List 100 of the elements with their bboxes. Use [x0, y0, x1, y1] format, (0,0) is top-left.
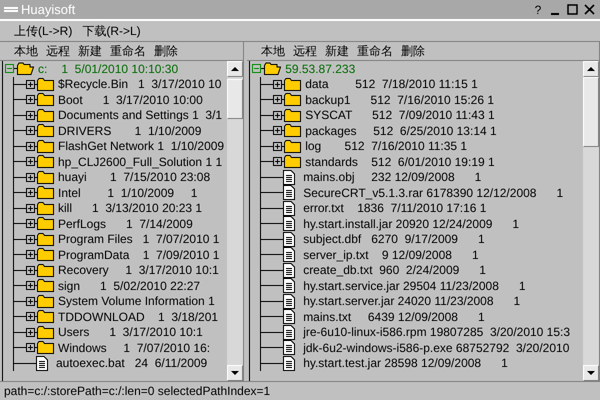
folder-item[interactable]: hp_CLJ2600_Full_Solution 1 1 — [58, 154, 222, 169]
file-item[interactable]: server_ip.txt 9 12/09/2008 1 — [303, 248, 479, 262]
expand-icon[interactable] — [26, 312, 35, 322]
folder-item[interactable]: ProgramData 1 7/09/2010 1 — [58, 248, 220, 262]
expand-icon[interactable] — [26, 343, 35, 352]
expand-icon[interactable] — [26, 234, 35, 244]
folder-item[interactable]: Boot 1 3/17/2010 10:00 — [58, 92, 203, 107]
folder-item[interactable]: Program Files 1 7/07/2010 1 — [58, 232, 220, 246]
scrollbar[interactable] — [583, 61, 599, 381]
scrollbar[interactable] — [227, 61, 244, 381]
open-folder-icon — [17, 62, 34, 76]
folder-item[interactable]: TDDOWNLOAD 1 3/18/201 — [58, 310, 218, 324]
folder-item[interactable]: packages 512 6/25/2010 13:14 1 — [305, 124, 497, 138]
expand-icon[interactable] — [26, 172, 35, 182]
folder-icon — [37, 248, 54, 262]
folder-item[interactable]: $Recycle.Bin 1 3/17/2010 10 — [58, 77, 222, 92]
folder-icon — [37, 78, 54, 91]
expand-icon[interactable] — [26, 250, 35, 260]
folder-item[interactable]: huayi 1 7/15/2010 23:08 — [58, 170, 210, 184]
expand-icon[interactable] — [273, 126, 282, 136]
toolbar-button[interactable]: 新建 — [78, 42, 102, 60]
folder-item[interactable]: Documents and Settings 1 3/1 — [58, 108, 222, 122]
toolbar-button[interactable]: 新建 — [325, 42, 350, 60]
toolbar-button[interactable]: 重命名 — [110, 42, 146, 60]
file-item[interactable]: hy.start.test.jar 28598 12/09/2008 1 — [303, 356, 508, 370]
expand-icon[interactable] — [273, 142, 282, 151]
expand-icon[interactable] — [26, 126, 35, 136]
expand-icon[interactable] — [26, 266, 35, 275]
down-arrow-icon — [231, 371, 240, 375]
toolbar-button[interactable]: 本地 — [261, 42, 286, 60]
folder-item[interactable]: backup1 512 7/16/2010 15:26 1 — [305, 92, 494, 107]
file-item[interactable]: hy.start.install.jar 20920 12/24/2009 1 — [303, 216, 520, 231]
folder-item[interactable]: PerfLogs 1 7/14/2009 — [58, 216, 193, 231]
root-details: 1 5/01/2010 10:10:30 — [61, 62, 178, 76]
folder-icon — [37, 124, 54, 138]
toolbar-button[interactable]: 删除 — [401, 42, 426, 60]
expand-icon[interactable] — [26, 142, 35, 151]
folder-item[interactable]: Windows 1 7/07/2010 16: — [58, 340, 210, 355]
expand-icon[interactable] — [26, 204, 35, 213]
menu-item[interactable]: 上传(L->R) — [14, 22, 72, 40]
folder-item[interactable]: kill 1 3/13/2010 20:23 1 — [58, 201, 202, 216]
folder-item[interactable]: System Volume Information 1 — [58, 294, 215, 308]
file-item[interactable]: jre-6u10-linux-i586.rpm 19807285 3/20/2010 15:3 — [303, 325, 570, 340]
toolbar-button[interactable]: 远程 — [46, 42, 70, 60]
folder-item[interactable]: DRIVERS 1 1/10/2009 — [58, 124, 202, 138]
help-button[interactable]: ? — [531, 2, 545, 16]
scroll-down-button[interactable] — [583, 365, 599, 381]
expand-icon[interactable] — [26, 95, 35, 104]
toolbar-button[interactable]: 远程 — [293, 42, 318, 60]
file-item[interactable]: jdk-6u2-windows-i586-p.exe 68752792 3/20/2010 — [303, 340, 570, 355]
folder-item[interactable]: log 512 7/16/2010 11:35 1 — [305, 139, 468, 154]
folder-icon — [37, 217, 54, 230]
folder-item[interactable]: data 512 7/18/2010 11:15 1 — [305, 77, 478, 92]
tree-root-item[interactable]: c: — [38, 62, 48, 76]
scroll-up-button[interactable] — [227, 61, 244, 77]
toolbar-button[interactable]: 删除 — [154, 42, 178, 60]
expand-icon[interactable] — [273, 80, 282, 89]
menu-item[interactable]: 下载(R->L) — [82, 22, 141, 40]
file-item[interactable]: mains.obj 232 12/09/2008 1 — [303, 170, 482, 184]
file-item[interactable]: autoexec.bat 24 6/11/2009 — [56, 356, 208, 370]
scroll-thumb[interactable] — [227, 79, 244, 119]
folder-item[interactable]: Users 1 3/17/2010 10:1 — [58, 325, 203, 340]
expand-icon[interactable] — [26, 110, 35, 120]
close-icon — [584, 4, 594, 15]
folder-item[interactable]: sign 1 5/02/2010 22:27 — [58, 278, 200, 293]
file-item[interactable]: error.txt 1836 7/11/2010 17:16 1 — [303, 201, 486, 216]
tree-root-item[interactable]: 59.53.87.233 — [285, 62, 356, 76]
expand-icon[interactable] — [273, 110, 282, 120]
expand-icon[interactable] — [26, 281, 35, 290]
folder-icon — [284, 78, 302, 91]
file-item[interactable]: mains.txt 6439 12/09/2008 1 — [303, 310, 485, 324]
folder-icon — [284, 93, 302, 106]
folder-icon — [284, 140, 302, 153]
folder-item[interactable]: FlashGet Network 1 1/10/2009 — [58, 139, 224, 154]
file-item[interactable]: hy.start.service.jar 29504 11/23/2008 1 — [303, 278, 526, 293]
maximize-button[interactable] — [565, 2, 579, 16]
folder-item[interactable]: SYSCAT 512 7/09/2010 11:43 1 — [305, 108, 495, 122]
file-item[interactable]: SecureCRT_v5.1.3.rar 6178390 12/12/2008 1 — [303, 186, 564, 200]
toolbar-button[interactable]: 本地 — [14, 42, 38, 60]
folder-item[interactable]: Recovery 1 3/17/2010 10:1 — [58, 263, 219, 278]
file-item[interactable]: subject.dbf 6270 9/17/2009 1 — [303, 232, 485, 246]
expand-icon[interactable] — [26, 157, 35, 166]
expand-icon[interactable] — [273, 157, 282, 166]
file-item[interactable]: create_db.txt 960 2/24/2009 1 — [303, 263, 486, 278]
expand-icon[interactable] — [26, 296, 35, 306]
folder-item[interactable]: Intel 1 1/10/2009 1 — [58, 186, 198, 200]
scroll-up-button[interactable] — [583, 61, 599, 77]
expand-icon[interactable] — [26, 80, 35, 89]
expand-icon[interactable] — [26, 188, 35, 198]
expand-icon[interactable] — [26, 328, 35, 337]
expand-icon[interactable] — [273, 95, 282, 104]
expand-icon[interactable] — [26, 219, 35, 228]
close-button[interactable] — [582, 2, 596, 16]
folder-icon — [37, 326, 54, 339]
toolbar-button[interactable]: 重命名 — [357, 42, 394, 60]
scroll-down-button[interactable] — [227, 365, 244, 381]
file-item[interactable]: hy.start.server.jar 24020 11/23/2008 1 — [303, 294, 520, 308]
folder-item[interactable]: standards 512 6/01/2010 19:19 1 — [305, 154, 495, 169]
scroll-thumb[interactable] — [583, 77, 599, 147]
maximize-icon — [566, 4, 578, 15]
